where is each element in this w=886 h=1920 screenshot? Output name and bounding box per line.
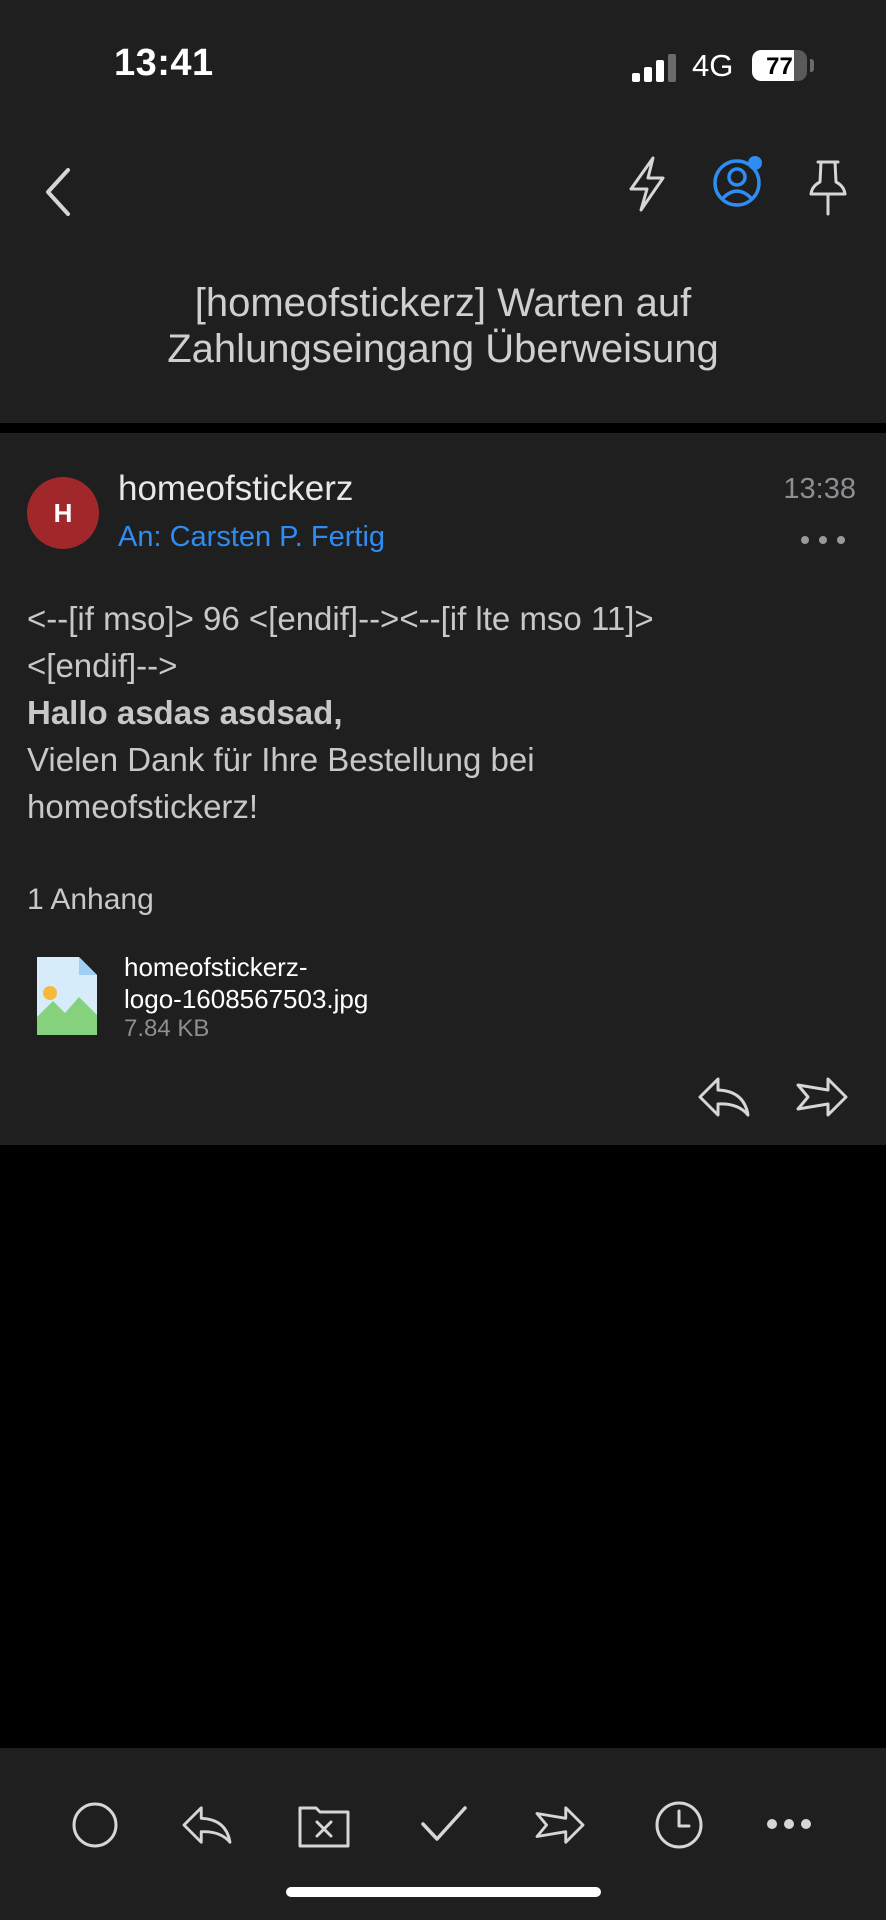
email-message-card: H homeofstickerz An: Carsten P. Fertig 1…	[0, 433, 886, 1145]
attachment-count: 1 Anhang	[27, 883, 154, 916]
attachment-name-line-2: logo-1608567503.jpg	[124, 984, 369, 1014]
status-bar: 13:41 4G 77	[0, 0, 886, 130]
clock-icon[interactable]	[654, 1800, 704, 1850]
greeting: Hallo asdas asdsad,	[27, 694, 343, 731]
message-more-icon[interactable]	[800, 535, 846, 545]
message-header: [homeofstickerz] Warten auf Zahlungseing…	[0, 130, 886, 423]
email-subject: [homeofstickerz] Warten auf Zahlungseing…	[60, 280, 826, 372]
circle-icon[interactable]	[72, 1802, 118, 1848]
battery-icon: 77	[752, 50, 807, 81]
home-indicator[interactable]	[286, 1887, 601, 1897]
message-body: <--[if mso]> 96 <[endif]--><--[if lte ms…	[27, 595, 859, 830]
chevron-left-icon[interactable]	[38, 160, 78, 224]
forward-icon[interactable]	[794, 1073, 850, 1121]
network-type: 4G	[692, 48, 734, 83]
thanks-line-1: Vielen Dank für Ihre Bestellung bei	[27, 741, 535, 778]
subject-line-1: [homeofstickerz] Warten auf	[194, 281, 692, 325]
attachment-name[interactable]: homeofstickerz- logo-1608567503.jpg	[124, 951, 368, 1015]
attachment-size: 7.84 KB	[124, 1015, 210, 1042]
checkmark-icon[interactable]	[420, 1804, 468, 1844]
subject-line-2: Zahlungseingang Überweisung	[167, 327, 719, 371]
forward-icon[interactable]	[532, 1802, 588, 1848]
image-file-icon[interactable]	[35, 955, 99, 1037]
sender-name[interactable]: homeofstickerz	[118, 469, 353, 509]
sender-avatar[interactable]: H	[27, 477, 99, 549]
reply-icon[interactable]	[696, 1073, 752, 1121]
reply-icon[interactable]	[180, 1802, 234, 1848]
signal-icon	[632, 52, 676, 82]
body-line-1: <--[if mso]> 96 <[endif]--><--[if lte ms…	[27, 600, 654, 637]
archive-folder-icon[interactable]	[298, 1802, 350, 1848]
battery-nub	[810, 59, 814, 72]
message-time: 13:38	[783, 473, 856, 505]
thanks-line-2: homeofstickerz!	[27, 788, 259, 825]
status-time: 13:41	[114, 42, 214, 84]
attachment-name-line-1: homeofstickerz-	[124, 952, 308, 982]
recipient-line[interactable]: An: Carsten P. Fertig	[118, 521, 385, 554]
lightning-icon[interactable]	[622, 154, 672, 214]
battery-level: 77	[766, 53, 793, 80]
account-icon[interactable]	[710, 154, 776, 220]
more-icon[interactable]	[766, 1818, 812, 1830]
body-line-2: <[endif]-->	[27, 647, 178, 684]
pin-icon[interactable]	[806, 158, 850, 218]
